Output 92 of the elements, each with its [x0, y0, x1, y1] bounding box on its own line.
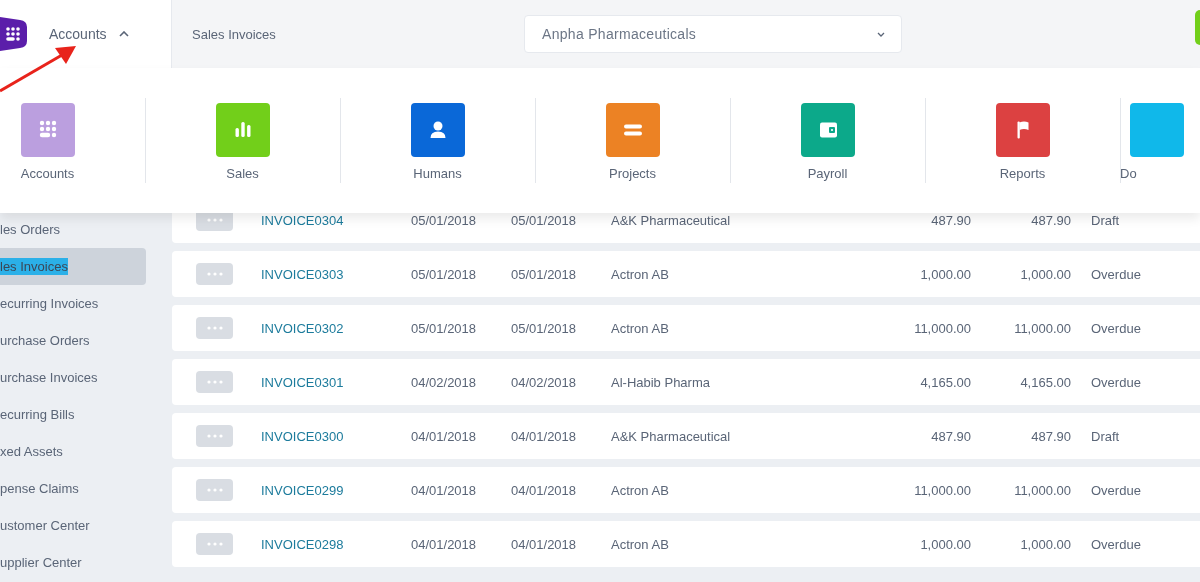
balance: 487.90	[1031, 212, 1071, 228]
app-tile-icon[interactable]	[800, 103, 855, 157]
customer-name: Actron AB	[611, 536, 669, 552]
more-button[interactable]	[196, 263, 233, 285]
ellipsis-icon	[205, 380, 224, 384]
page-title: Sales Invoices	[192, 26, 277, 42]
sidebar-item[interactable]: urchase Orders	[0, 322, 146, 359]
ellipsis-icon	[205, 542, 224, 546]
customer-name: Actron AB	[611, 266, 669, 282]
due-date: 04/02/2018	[511, 374, 577, 390]
sidebar-item[interactable]: ecurring Invoices	[0, 285, 146, 322]
status-text: Draft	[1091, 212, 1120, 228]
amount: 1,000.00	[920, 536, 971, 552]
sidebar-item[interactable]: les Invoices	[0, 248, 146, 285]
balance: 11,000.00	[1014, 482, 1071, 498]
more-button[interactable]	[196, 371, 233, 393]
balance: 4,165.00	[1020, 374, 1071, 390]
invoice-link[interactable]: INVOICE0302	[261, 320, 344, 336]
invoice-date: 04/01/2018	[411, 536, 477, 552]
app-tile-icon[interactable]	[215, 103, 270, 157]
invoice-date: 05/01/2018	[411, 266, 477, 282]
app-label[interactable]: Do	[1120, 166, 1137, 181]
amount: 487.90	[931, 428, 971, 444]
caret-icon	[118, 31, 129, 37]
amount: 4,165.00	[920, 374, 971, 390]
ellipsis-icon	[205, 488, 224, 492]
due-date: 04/01/2018	[511, 428, 577, 444]
balance: 11,000.00	[1014, 320, 1071, 336]
app-label[interactable]: Humans	[413, 166, 462, 181]
more-button[interactable]	[196, 533, 233, 555]
customer-name: Actron AB	[611, 320, 669, 336]
app-tile-icon[interactable]	[1130, 103, 1184, 157]
status-text: Overdue	[1091, 536, 1141, 552]
invoice-link[interactable]: INVOICE0303	[261, 266, 344, 282]
company-select[interactable]: Anpha Pharmaceuticals	[524, 15, 902, 53]
ellipsis-icon	[205, 326, 224, 330]
more-button[interactable]	[196, 425, 233, 447]
amount: 1,000.00	[920, 266, 971, 282]
invoice-link[interactable]: INVOICE0304	[261, 212, 344, 228]
sidebar-item[interactable]: les Orders	[0, 211, 146, 248]
app-label[interactable]: Reports	[999, 166, 1046, 181]
customer-name: Actron AB	[611, 482, 669, 498]
status-text: Overdue	[1091, 266, 1141, 282]
customer-name: Al-Habib Pharma	[611, 374, 710, 390]
balance: 1,000.00	[1020, 536, 1071, 552]
due-date: 05/01/2018	[511, 320, 577, 336]
sidebar-item[interactable]: ecurring Bills	[0, 396, 146, 433]
status-text: Overdue	[1091, 374, 1141, 390]
app-label[interactable]: Accounts	[20, 166, 75, 181]
sidebar-item[interactable]: urchase Invoices	[0, 359, 146, 396]
invoice-date: 05/01/2018	[411, 212, 477, 228]
customer-name: A&K Pharmaceutical	[611, 212, 731, 228]
more-button[interactable]	[196, 317, 233, 339]
sidebar-item[interactable]: ustomer Center	[0, 507, 146, 544]
ellipsis-icon	[205, 218, 224, 222]
app-label[interactable]: Projects	[609, 166, 656, 181]
balance: 487.90	[1031, 428, 1071, 444]
due-date: 04/01/2018	[511, 536, 577, 552]
ellipsis-icon	[205, 272, 224, 276]
app-tile-icon[interactable]	[20, 103, 75, 157]
more-button[interactable]	[196, 479, 233, 501]
due-date: 05/01/2018	[511, 212, 577, 228]
sidebar-item[interactable]: xed Assets	[0, 433, 146, 470]
invoice-link[interactable]: INVOICE0299	[261, 482, 344, 498]
app-tile-icon[interactable]	[995, 103, 1050, 157]
app-label[interactable]: Sales	[226, 166, 259, 181]
app-tile-icon[interactable]	[410, 103, 465, 157]
invoice-date: 05/01/2018	[411, 320, 477, 336]
customer-name: A&K Pharmaceutical	[611, 428, 731, 444]
invoice-link[interactable]: INVOICE0301	[261, 374, 344, 390]
status-text: Overdue	[1091, 482, 1141, 498]
module-menu-button[interactable]: Accounts	[49, 26, 129, 42]
invoice-date: 04/01/2018	[411, 482, 477, 498]
status-text: Draft	[1091, 428, 1120, 444]
status-text: Overdue	[1091, 320, 1141, 336]
ellipsis-icon	[205, 434, 224, 438]
due-date: 05/01/2018	[511, 266, 577, 282]
balance: 1,000.00	[1020, 266, 1071, 282]
app-tile-icon[interactable]	[605, 103, 660, 157]
amount: 11,000.00	[914, 482, 971, 498]
sidebar-item[interactable]: upplier Center	[0, 544, 146, 581]
header-button[interactable]	[1195, 10, 1200, 45]
app-label[interactable]: Payroll	[807, 166, 848, 181]
due-date: 04/01/2018	[511, 482, 577, 498]
chevron-icon	[877, 31, 885, 37]
sidebar-item[interactable]: pense Claims	[0, 470, 146, 507]
invoice-date: 04/02/2018	[411, 374, 477, 390]
invoice-link[interactable]: INVOICE0300	[261, 428, 344, 444]
invoice-date: 04/01/2018	[411, 428, 477, 444]
invoice-link[interactable]: INVOICE0298	[261, 536, 344, 552]
amount: 11,000.00	[914, 320, 971, 336]
amount: 487.90	[931, 212, 971, 228]
